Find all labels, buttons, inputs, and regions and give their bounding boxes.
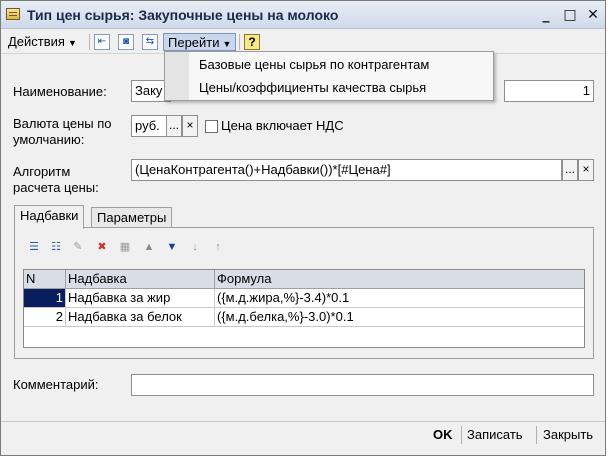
actions-menu[interactable]: Действия ▼	[4, 33, 81, 51]
help-icon[interactable]: ?	[244, 34, 260, 50]
dialog-buttons: OK Записать Закрыть	[1, 421, 605, 447]
tab-markups[interactable]: Надбавки	[14, 205, 85, 229]
window: Тип цен сырья: Закупочные цены на молоко…	[0, 0, 606, 456]
menu-item-base-prices[interactable]: Базовые цены сырья по контрагентам	[199, 55, 429, 75]
algo-clear-button[interactable]: ×	[578, 159, 594, 181]
row-number-cell[interactable]: 2	[24, 308, 66, 327]
currency-field[interactable]: руб.	[131, 115, 167, 137]
close-window-button[interactable]: ✕	[584, 7, 602, 23]
dropdown-arrow-icon: ▼	[67, 38, 77, 48]
markup-name-cell[interactable]: Надбавка за жир	[66, 289, 215, 308]
actions-menu-label: Действия	[8, 34, 65, 49]
comment-field[interactable]	[131, 374, 594, 396]
add-row-icon[interactable]: ☰	[27, 240, 41, 254]
move-down-icon[interactable]: ▼	[165, 240, 179, 254]
button-separator	[536, 426, 537, 444]
algo-label-line2: расчета цены:	[13, 180, 99, 195]
tab-parameters[interactable]: Параметры	[91, 207, 173, 229]
title-bar: Тип цен сырья: Закупочные цены на молоко…	[1, 1, 605, 29]
currency-select-button[interactable]: ...	[166, 115, 182, 137]
menu-icon-strip	[165, 52, 189, 100]
button-separator	[461, 426, 462, 444]
algo-select-button[interactable]: ...	[562, 159, 578, 181]
row-number-cell[interactable]: 1	[24, 289, 66, 308]
window-title: Тип цен сырья: Закупочные цены на молоко	[27, 7, 339, 23]
toolbar-separator	[89, 34, 90, 50]
column-header-formula[interactable]: Формула	[215, 270, 584, 289]
code-field[interactable]: 1	[504, 80, 594, 102]
move-up-icon[interactable]: ▲	[142, 240, 156, 254]
save-button[interactable]: Записать	[467, 426, 523, 444]
maximize-button[interactable]: □	[561, 7, 579, 23]
formula-cell[interactable]: ({м.д.белка,%}-3.0)*0.1	[215, 308, 584, 327]
currency-label-line1: Валюта цены по	[13, 116, 112, 131]
markup-name-cell[interactable]: Надбавка за белок	[66, 308, 215, 327]
toolbar-separator	[239, 34, 240, 50]
edit-form-icon[interactable]: ◙	[118, 34, 134, 50]
goto-menu[interactable]: Перейти ▼	[163, 33, 237, 51]
goto-dropdown-menu: Базовые цены сырья по контрагентам Цены/…	[164, 51, 494, 101]
column-header-markup[interactable]: Надбавка	[66, 270, 215, 289]
document-icon	[6, 8, 20, 20]
algo-label-line1: Алгоритм	[13, 164, 71, 179]
comment-label: Комментарий:	[13, 377, 99, 392]
column-header-n[interactable]: N	[24, 270, 66, 289]
copy-row-icon[interactable]: ☷	[49, 240, 63, 254]
dropdown-arrow-icon: ▼	[222, 39, 232, 49]
currency-clear-button[interactable]: ×	[182, 115, 198, 137]
algo-field[interactable]: (ЦенаКонтрагента()+Надбавки())*[#Цена#]	[131, 159, 562, 181]
goto-menu-label: Перейти	[168, 35, 220, 50]
vat-label: Цена включает НДС	[221, 118, 344, 133]
sort-desc-icon[interactable]: ↑	[211, 240, 225, 254]
markups-table: N Надбавка Формула 1 Надбавка за жир ({м…	[23, 269, 585, 348]
end-edit-icon[interactable]: ▦	[118, 240, 132, 254]
currency-label-line2: умолчанию:	[13, 132, 85, 147]
ok-button[interactable]: OK	[433, 426, 453, 444]
minimize-button[interactable]: _	[537, 7, 555, 23]
go-back-icon[interactable]: ⇤	[94, 34, 110, 50]
delete-row-icon[interactable]: ✖	[95, 240, 109, 254]
formula-cell[interactable]: ({м.д.жира,%}-3.4)*0.1	[215, 289, 584, 308]
name-label: Наименование:	[13, 84, 107, 99]
sort-asc-icon[interactable]: ↓	[188, 240, 202, 254]
vat-checkbox[interactable]	[205, 120, 218, 133]
close-button[interactable]: Закрыть	[543, 426, 593, 444]
navigate-icon[interactable]: ⇆	[142, 34, 158, 50]
edit-row-icon[interactable]: ✎	[71, 240, 85, 254]
menu-item-quality-prices[interactable]: Цены/коэффициенты качества сырья	[199, 78, 426, 98]
